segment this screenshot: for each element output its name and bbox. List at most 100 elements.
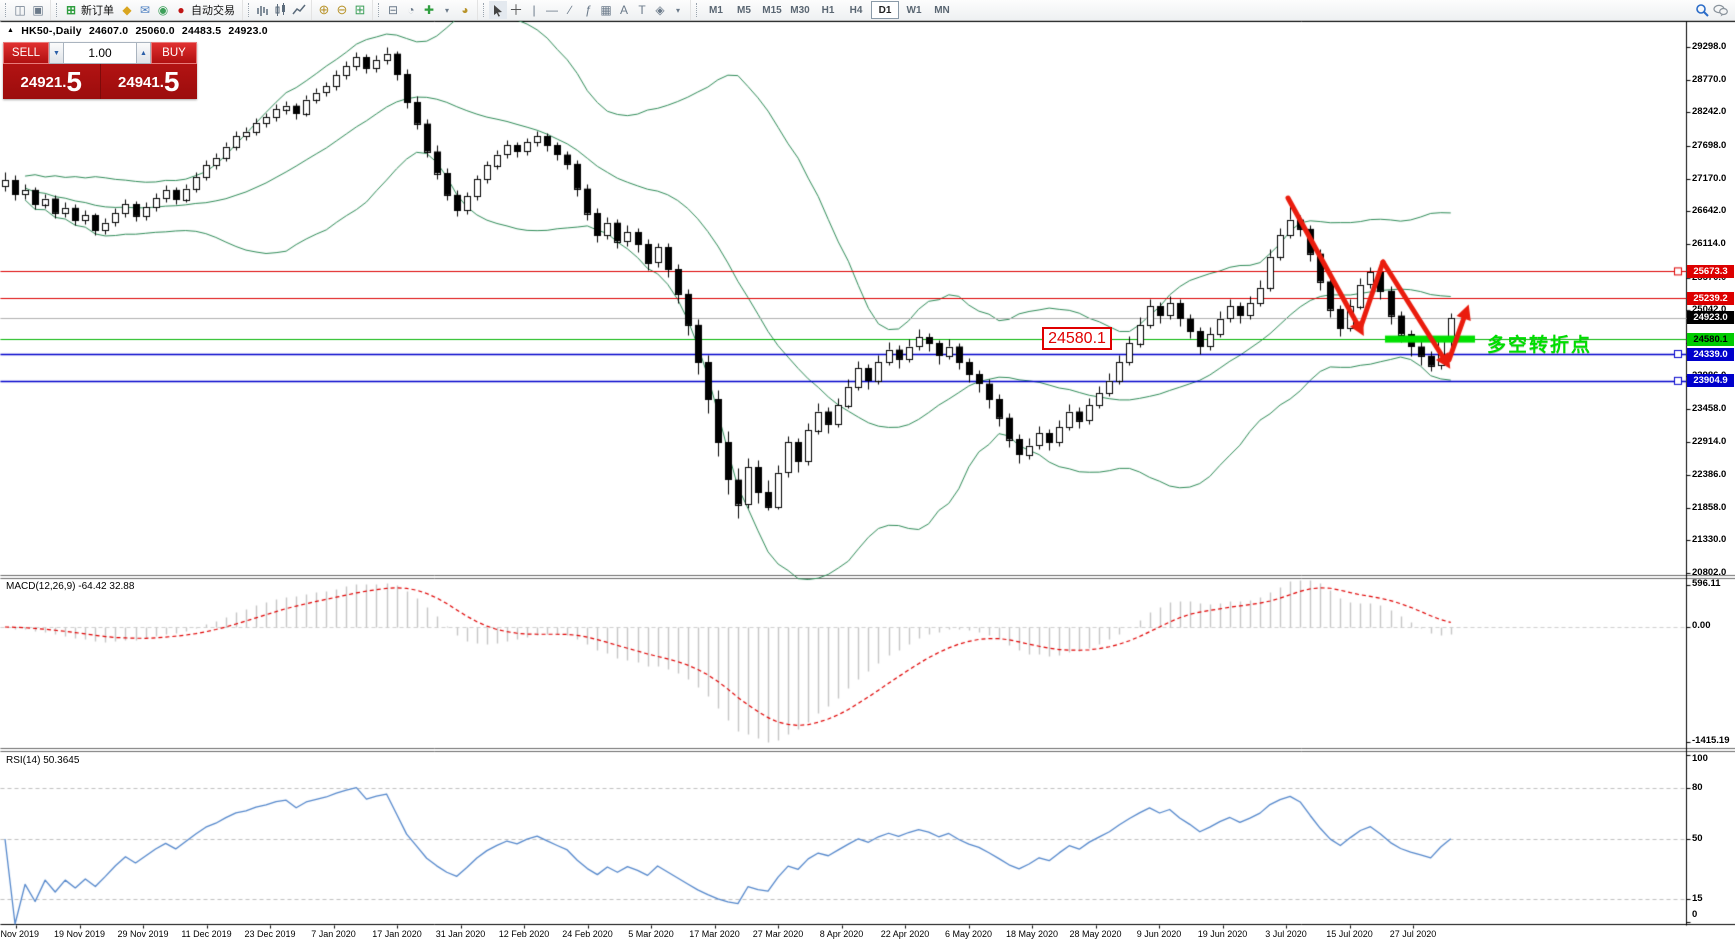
price-tick-label: 20802.0 xyxy=(1692,567,1727,578)
date-axis-label: 27 Mar 2020 xyxy=(752,929,804,939)
symbol-name: HK50-,Daily xyxy=(21,25,82,37)
new-order-icon[interactable]: ⊞ xyxy=(62,1,80,19)
label-tool-icon[interactable]: T xyxy=(633,1,651,19)
price-line-badge: 23904.9 xyxy=(1687,374,1734,388)
zoom-in-icon[interactable]: ⊕ xyxy=(315,1,333,19)
add-indicator-icon[interactable]: ✚ xyxy=(420,1,438,19)
timeframe-button-mn[interactable]: MN xyxy=(929,2,955,18)
price-tick-label: 28770.0 xyxy=(1692,73,1727,85)
toolbar-group-drawing: ＋ | — ∕ ƒ ▦ A T ◈ ▾ xyxy=(477,0,690,20)
crosshair-icon[interactable]: ＋ xyxy=(507,1,525,19)
autotrading-icon[interactable]: ● xyxy=(172,1,190,19)
horizontal-line-icon[interactable]: — xyxy=(543,1,561,19)
timeframe-button-m1[interactable]: M1 xyxy=(703,2,729,18)
timeframe-button-h4[interactable]: H4 xyxy=(843,2,869,18)
price-tick-label: 26642.0 xyxy=(1692,205,1727,217)
main-toolbar: ◫ ▣ ⊞ 新订单 ◆ ✉ ◉ ● 自动交易 ⊕ ⊖ ⊞ ⊟ ◔ ✚ ▾ ◕ ＋… xyxy=(0,0,1735,21)
date-axis-label: 9 Jun 2020 xyxy=(1136,929,1182,939)
date-axis-label: 6 May 2020 xyxy=(944,929,993,939)
sell-price-main: 24921. xyxy=(20,74,67,91)
arrows-tool-icon[interactable]: ◈ xyxy=(651,1,669,19)
toolbar-group-windows: ◫ ▣ xyxy=(0,0,50,20)
date-axis-label: 23 Dec 2019 xyxy=(244,929,296,939)
dropdown-arrow-icon[interactable]: ▾ xyxy=(438,1,456,19)
date-axis-label: 7 Jan 2020 xyxy=(311,929,356,939)
volume-decrement-button[interactable]: ▼ xyxy=(49,42,64,64)
sell-button[interactable]: SELL xyxy=(3,42,49,64)
date-axis-label: 3 Jul 2020 xyxy=(1265,929,1307,939)
toolbar-group-trade: ⊞ 新订单 ◆ ✉ ◉ ● 自动交易 xyxy=(50,0,242,20)
one-click-trading-panel: SELL ▼ 1.00 ▲ BUY 24921. 5 24941. 5 xyxy=(3,42,197,99)
price-tick-label: 21858.0 xyxy=(1692,501,1727,513)
bar-chart-icon[interactable] xyxy=(254,1,272,19)
timeframe-button-h1[interactable]: H1 xyxy=(815,2,841,18)
toolbar-group-profiles: ⊟ ◔ ✚ ▾ ◕ xyxy=(372,0,477,20)
rsi-scale-label: 100 xyxy=(1692,753,1708,764)
chat-icon[interactable] xyxy=(1711,1,1729,19)
price-tick-label: 21330.0 xyxy=(1692,534,1727,546)
autotrading-button[interactable]: 自动交易 xyxy=(191,2,235,18)
signals-icon[interactable]: ◉ xyxy=(154,1,172,19)
toolbar-grip[interactable] xyxy=(5,3,9,17)
channel-icon[interactable]: ▦ xyxy=(597,1,615,19)
collapse-marker-icon[interactable]: ▲ xyxy=(7,27,14,34)
dropdown-arrow-icon[interactable]: ▾ xyxy=(669,1,687,19)
date-axis-label: 22 Apr 2020 xyxy=(880,929,930,939)
cursor-icon[interactable] xyxy=(489,1,507,19)
date-axis-label: 11 Dec 2019 xyxy=(181,929,232,939)
macd-scale-label: 0.00 xyxy=(1692,620,1711,631)
date-axis-label: 29 Nov 2019 xyxy=(117,929,169,939)
fibonacci-icon[interactable]: ƒ xyxy=(579,1,597,19)
expert-advisors-icon[interactable]: ◆ xyxy=(118,1,136,19)
timeframe-button-m5[interactable]: M5 xyxy=(731,2,757,18)
price-line-badge: 25673.3 xyxy=(1687,264,1734,278)
volume-input[interactable]: 1.00 xyxy=(64,42,136,64)
rsi-scale-label: 0 xyxy=(1692,909,1698,920)
price-tick-label: 26114.0 xyxy=(1692,238,1726,250)
timeframe-button-m15[interactable]: M15 xyxy=(759,2,785,18)
toolbar-grip[interactable] xyxy=(696,3,700,17)
market-watch-icon[interactable]: ◫ xyxy=(11,1,29,19)
buy-price[interactable]: 24941. 5 xyxy=(99,64,198,99)
toolbar-group-charttype xyxy=(242,0,311,20)
toolbar-right xyxy=(1693,1,1735,19)
periods-icon[interactable]: ◔ xyxy=(402,1,420,19)
data-window-icon[interactable]: ▣ xyxy=(29,1,47,19)
line-chart-icon[interactable] xyxy=(290,1,308,19)
date-axis-label: 19 Jun 2020 xyxy=(1197,929,1248,939)
price-level-text-box[interactable]: 24580.1 xyxy=(1042,327,1112,350)
price-tick-label: 22386.0 xyxy=(1692,468,1727,480)
tile-windows-icon[interactable]: ⊞ xyxy=(351,1,369,19)
vertical-line-icon[interactable]: | xyxy=(525,1,543,19)
symbol-info[interactable]: ▲ HK50-,Daily 24607.0 25060.0 24483.5 24… xyxy=(7,25,272,37)
indicators-icon[interactable]: ⊟ xyxy=(384,1,402,19)
price-chart-canvas[interactable] xyxy=(0,0,1735,943)
buy-price-main: 24941. xyxy=(118,74,164,91)
timeframe-button-d1[interactable]: D1 xyxy=(871,1,899,19)
trendline-icon[interactable]: ∕ xyxy=(561,1,579,19)
zoom-out-icon[interactable]: ⊖ xyxy=(333,1,351,19)
buy-button[interactable]: BUY xyxy=(151,42,197,64)
text-tool-icon[interactable]: A xyxy=(615,1,633,19)
price-tick-label: 22914.0 xyxy=(1692,436,1727,448)
new-order-button[interactable]: 新订单 xyxy=(81,2,114,18)
search-icon[interactable] xyxy=(1693,1,1711,19)
price-tick-label: 23458.0 xyxy=(1692,402,1727,414)
toolbar-grip[interactable] xyxy=(483,3,487,17)
timeframe-button-w1[interactable]: W1 xyxy=(901,2,927,18)
turning-point-annotation[interactable]: 多空转折点 xyxy=(1487,330,1592,357)
price-tick-label: 27170.0 xyxy=(1692,172,1727,184)
mailbox-icon[interactable]: ✉ xyxy=(136,1,154,19)
date-axis-label: 24 Feb 2020 xyxy=(562,929,613,939)
date-axis-label: 17 Jan 2020 xyxy=(372,929,422,939)
toolbar-grip[interactable] xyxy=(56,3,60,17)
clock-icon[interactable]: ◕ xyxy=(456,1,474,19)
candlestick-chart-icon[interactable] xyxy=(272,1,290,19)
toolbar-grip[interactable] xyxy=(248,3,252,17)
sell-price-big-digit: 5 xyxy=(66,66,82,97)
sell-price[interactable]: 24921. 5 xyxy=(3,64,100,99)
rsi-indicator-label: RSI(14) 50.3645 xyxy=(6,755,80,766)
volume-increment-button[interactable]: ▲ xyxy=(136,42,151,64)
timeframe-button-m30[interactable]: M30 xyxy=(787,2,813,18)
toolbar-grip[interactable] xyxy=(378,3,382,17)
